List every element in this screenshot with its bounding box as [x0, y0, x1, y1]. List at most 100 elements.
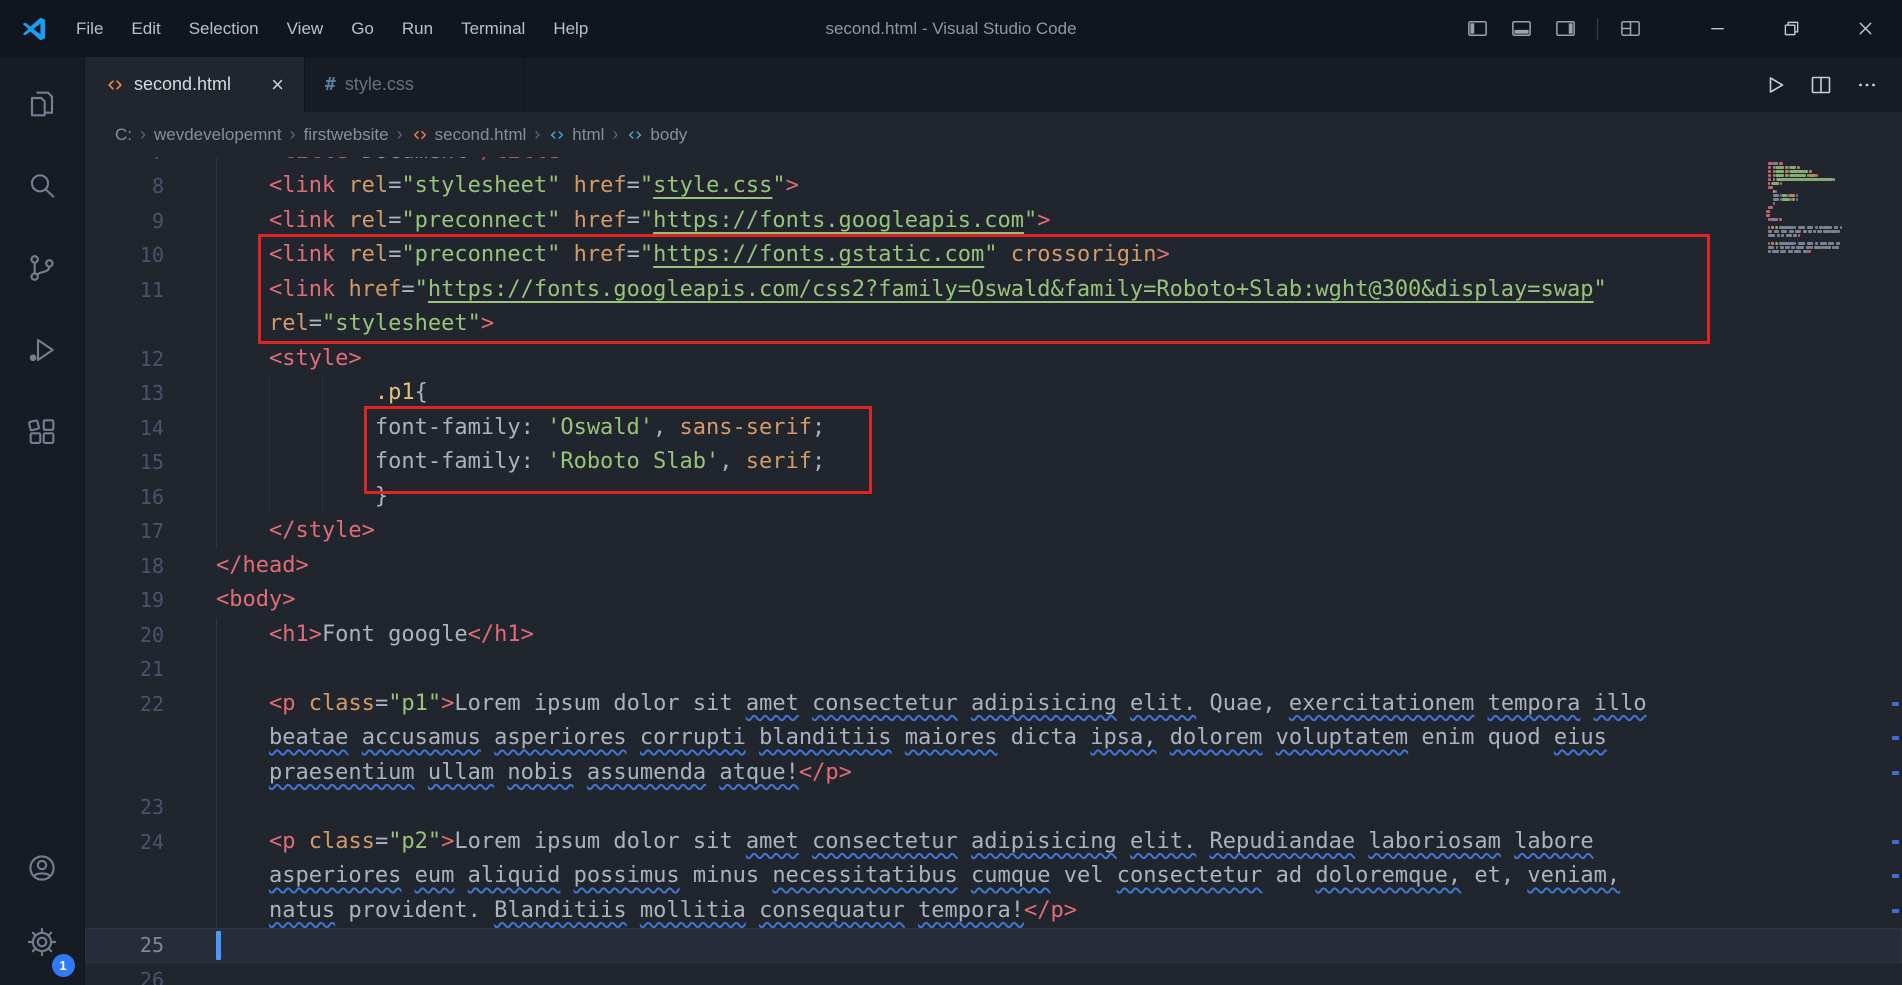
code-line-25[interactable]: 25	[85, 928, 1902, 963]
activity-item-run-debug[interactable]	[0, 309, 85, 391]
line-number[interactable]: 26	[85, 963, 164, 985]
code-token: https://fonts.googleapis.com/css2?family…	[427, 276, 1594, 302]
code-line-23[interactable]: 23	[85, 790, 1902, 825]
menu-item-go[interactable]: Go	[337, 0, 388, 57]
code-token: :	[520, 449, 548, 474]
line-number[interactable]: 21	[85, 652, 164, 687]
code-line-10[interactable]: 10 <link rel="preconnect" href="https://f…	[85, 238, 1902, 273]
button-layout-sidebar-right[interactable]	[1545, 9, 1585, 49]
line-number[interactable]: 17	[85, 514, 164, 549]
restore-button[interactable]	[1754, 0, 1828, 57]
minimize-button[interactable]	[1680, 0, 1754, 57]
activity-item-explorer[interactable]	[0, 63, 85, 145]
code-line-19[interactable]: 19 <body>	[85, 583, 1902, 618]
button-layout-panel[interactable]	[1501, 9, 1541, 49]
menu-item-file[interactable]: File	[62, 0, 117, 57]
code-token: "	[639, 173, 654, 198]
activity-item-extensions[interactable]	[0, 391, 85, 473]
menu-item-run[interactable]: Run	[388, 0, 447, 57]
code-token: Document	[362, 157, 468, 164]
code-line-12[interactable]: 12 <style>	[85, 341, 1902, 377]
code-line-wrap[interactable]: natus provident. Blanditiis mollitia con…	[85, 893, 1902, 928]
overview-ruler[interactable]	[1892, 157, 1900, 985]
tab-close-icon[interactable]: ×	[255, 73, 284, 96]
breadcrumb-item-firstwebsite[interactable]: firstwebsite	[304, 125, 389, 145]
button-more-actions[interactable]	[1848, 66, 1886, 104]
code-line-17[interactable]: 17 </style>	[85, 514, 1902, 549]
tab-style-css[interactable]: # style.css	[305, 57, 525, 112]
activity-item-search[interactable]	[0, 145, 85, 227]
code-line-9[interactable]: 9 <link rel="preconnect" href="https://fo…	[85, 203, 1902, 239]
code-token: elit.	[1129, 690, 1197, 716]
code-token: </h1>	[467, 621, 534, 647]
code-token: =	[626, 242, 640, 267]
line-number[interactable]: 24	[85, 825, 164, 860]
activity-item-source-control[interactable]	[0, 227, 85, 309]
breadcrumb-item-c[interactable]: C:	[115, 125, 132, 145]
breadcrumb-label: firstwebsite	[303, 124, 389, 144]
button-layout-customize[interactable]	[1610, 9, 1650, 49]
code-token: amet	[745, 690, 799, 716]
breadcrumb-item-wevdevelopemnt[interactable]: wevdevelopemnt	[154, 125, 282, 145]
breadcrumb-item-html[interactable]: html	[548, 125, 604, 145]
minimap[interactable]	[1766, 161, 1884, 265]
close-button[interactable]	[1828, 0, 1902, 57]
breadcrumb-item-second-html[interactable]: second.html	[411, 125, 526, 145]
line-number[interactable]: 13	[85, 376, 164, 411]
line-number[interactable]: 18	[85, 549, 164, 584]
menu-item-selection[interactable]: Selection	[175, 0, 273, 57]
line-number[interactable]: 11	[85, 273, 164, 308]
menu-item-edit[interactable]: Edit	[117, 0, 174, 57]
line-number[interactable]: 8	[85, 169, 164, 204]
code-line-16[interactable]: 16}	[85, 479, 1902, 515]
code-editor[interactable]: 7<title>Document</title>8<link rel="styl…	[85, 157, 1902, 985]
window-buttons	[1680, 0, 1902, 57]
code-line-24[interactable]: 24 <p class="p2">Lorem ipsum dolor sit am…	[85, 824, 1902, 860]
activity-item-settings[interactable]: 1	[0, 905, 85, 979]
button-split-editor[interactable]	[1802, 66, 1840, 104]
line-number[interactable]: 16	[85, 480, 164, 515]
line-number[interactable]: 9	[85, 204, 164, 239]
tab-second-html[interactable]: second.html ×	[85, 57, 305, 112]
code-line-21[interactable]: 21	[85, 652, 1902, 687]
code-line-14[interactable]: 14 font-family: 'Oswald', sans-serif;	[85, 410, 1902, 446]
line-number[interactable]: 10	[85, 238, 164, 273]
line-number[interactable]: 7	[85, 157, 164, 169]
menu-item-view[interactable]: View	[273, 0, 338, 57]
code-line-8[interactable]: 8 <link rel="stylesheet" href="style.css"…	[85, 169, 1902, 204]
code-line-wrap[interactable]: praesentium ullam nobis assumenda atque!…	[85, 755, 1902, 790]
breadcrumb-item-body[interactable]: body	[626, 125, 687, 145]
line-number[interactable]: 23	[85, 790, 164, 825]
line-number[interactable]: 22	[85, 687, 164, 722]
code-token: Lorem ipsum dolor sit	[454, 828, 746, 854]
button-layout-sidebar-left[interactable]	[1457, 9, 1497, 49]
code-line-15[interactable]: 15 font-family: 'Roboto Slab', serif;	[85, 445, 1902, 480]
code-line-7[interactable]: 7 <title>Document</title>	[85, 157, 1902, 169]
code-line-wrap[interactable]: beatae accusamus asperiores corrupti bla…	[85, 721, 1902, 756]
activity-item-account[interactable]	[0, 831, 85, 905]
code-line-wrap[interactable]: asperiores eum aliquid possimus minus ne…	[85, 859, 1902, 894]
button-run[interactable]	[1756, 66, 1794, 104]
line-number[interactable]: 15	[85, 445, 164, 480]
code-token: =	[308, 311, 322, 336]
line-number[interactable]: 25	[85, 928, 164, 963]
code-line-20[interactable]: 20 <h1>Font google</h1>	[85, 617, 1902, 653]
menu-item-terminal[interactable]: Terminal	[447, 0, 539, 57]
line-number[interactable]: 20	[85, 618, 164, 653]
code-line-11[interactable]: 11 <link href="https://fonts.googleapis.c…	[85, 272, 1902, 308]
code-line-18[interactable]: 18 </head>	[85, 549, 1902, 584]
code-line-26[interactable]: 26	[85, 963, 1902, 985]
line-number[interactable]: 14	[85, 411, 164, 446]
menu-item-help[interactable]: Help	[539, 0, 602, 57]
line-number[interactable]: 12	[85, 342, 164, 377]
line-number[interactable]: 19	[85, 583, 164, 618]
code-line-wrap[interactable]: rel="stylesheet">	[85, 307, 1902, 342]
code-line-22[interactable]: 22 <p class="p1">Lorem ipsum dolor sit am…	[85, 686, 1902, 722]
code-line-13[interactable]: 13 .p1{	[85, 376, 1902, 411]
